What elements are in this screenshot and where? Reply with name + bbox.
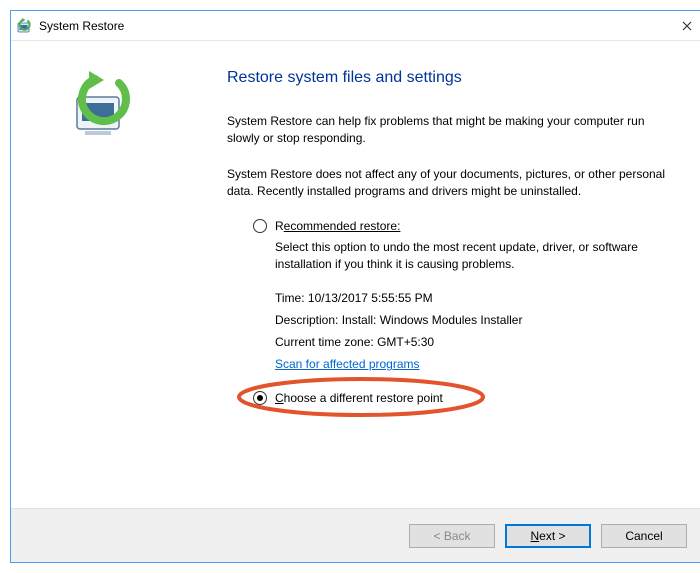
close-button[interactable] bbox=[664, 11, 700, 41]
next-button[interactable]: Next > bbox=[505, 524, 591, 548]
system-restore-icon bbox=[17, 18, 33, 34]
time-row: Time: 10/13/2017 5:55:55 PM bbox=[275, 291, 673, 305]
timezone-row: Current time zone: GMT+5:30 bbox=[275, 335, 673, 349]
button-bar: < Back Next > Cancel bbox=[11, 508, 700, 562]
page-heading: Restore system files and settings bbox=[227, 69, 673, 87]
titlebar: System Restore bbox=[11, 11, 700, 41]
content-area: Restore system files and settings System… bbox=[203, 41, 700, 508]
restore-point-details: Time: 10/13/2017 5:55:55 PM Description:… bbox=[275, 291, 673, 371]
choose-different-restore-option[interactable]: Choose a different restore point bbox=[253, 391, 673, 405]
intro-paragraph-2: System Restore does not affect any of yo… bbox=[227, 166, 673, 201]
intro-paragraph-1: System Restore can help fix problems tha… bbox=[227, 113, 673, 148]
cancel-button[interactable]: Cancel bbox=[601, 524, 687, 548]
recommended-restore-hint: Select this option to undo the most rece… bbox=[275, 239, 673, 274]
system-restore-window: System Restore Restore system files and … bbox=[10, 10, 700, 563]
recommended-restore-option[interactable]: Recommended restore: bbox=[253, 219, 673, 233]
dialog-body: Restore system files and settings System… bbox=[11, 41, 700, 508]
recommended-restore-label: Recommended restore: bbox=[275, 219, 400, 233]
back-button: < Back bbox=[409, 524, 495, 548]
radio-checked-icon bbox=[253, 391, 267, 405]
choose-different-restore-label: Choose a different restore point bbox=[275, 391, 443, 405]
scan-affected-programs-link[interactable]: Scan for affected programs bbox=[275, 357, 420, 371]
sidebar bbox=[11, 41, 203, 508]
restore-illustration-icon bbox=[71, 69, 143, 141]
radio-unchecked-icon bbox=[253, 219, 267, 233]
window-title: System Restore bbox=[39, 19, 124, 33]
description-row: Description: Install: Windows Modules In… bbox=[275, 313, 673, 327]
restore-options: Recommended restore: Select this option … bbox=[227, 219, 673, 406]
